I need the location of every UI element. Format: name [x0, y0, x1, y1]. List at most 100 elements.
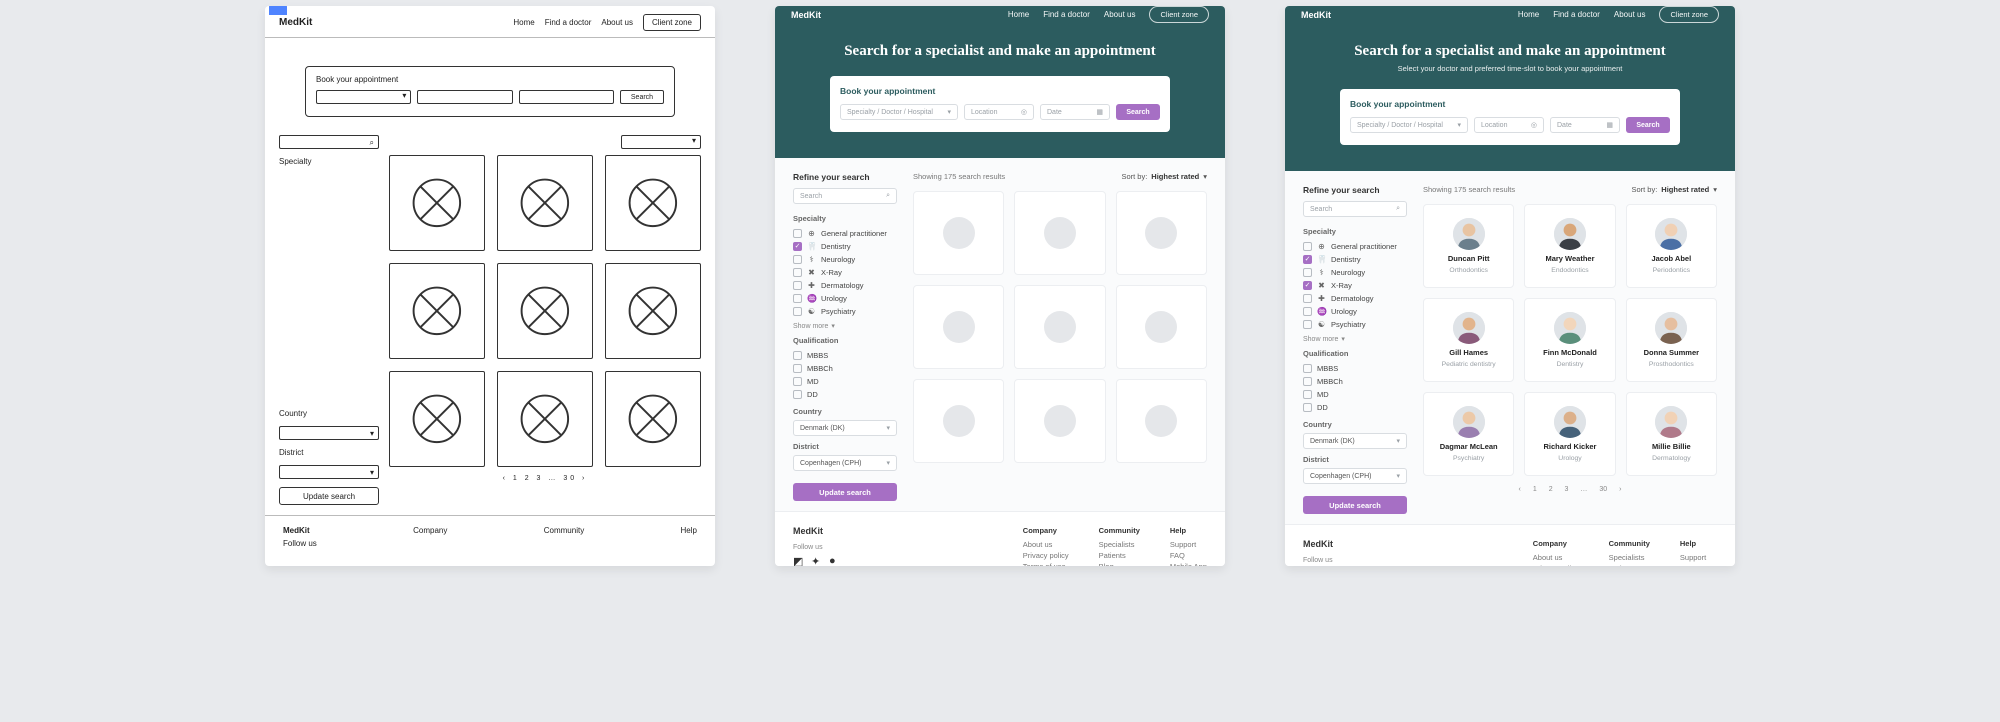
client-zone-button[interactable]: Client zone — [1149, 6, 1209, 23]
specialty-option[interactable]: 🦷Dentistry — [1303, 253, 1407, 266]
location-input[interactable]: Location◎ — [964, 104, 1034, 120]
qualification-option[interactable]: DD — [1303, 401, 1407, 414]
sort-control[interactable]: Sort by: Highest rated ▾ — [1631, 185, 1717, 194]
specialty-option[interactable]: ⚕Neurology — [1303, 266, 1407, 279]
nav-about[interactable]: About us — [1614, 10, 1646, 19]
specialty-option[interactable]: ⊕General practitioner — [793, 227, 897, 240]
result-card[interactable] — [1116, 379, 1207, 463]
sort-select[interactable] — [621, 135, 701, 149]
checkbox[interactable] — [793, 255, 802, 264]
district-select[interactable]: Copenhagen (CPH)▾ — [1303, 468, 1407, 484]
doctor-card[interactable]: Mary WeatherEndodontics — [1524, 204, 1615, 288]
filters-search-input[interactable]: Search⌕ — [1303, 201, 1407, 217]
specialty-input[interactable]: Specialty / Doctor / Hospital▾ — [840, 104, 958, 120]
sort-control[interactable]: Sort by: Highest rated ▾ — [1121, 172, 1207, 181]
nav-find-doctor[interactable]: Find a doctor — [1553, 10, 1600, 19]
update-search-button[interactable]: Update search — [793, 483, 897, 501]
result-placeholder[interactable] — [389, 155, 485, 251]
footer-link[interactable]: Support — [1170, 540, 1207, 549]
specialty-option[interactable]: ♒Urology — [793, 292, 897, 305]
checkbox[interactable] — [793, 307, 802, 316]
footer-link[interactable]: About us — [1533, 553, 1579, 562]
doctor-card[interactable]: Gill HamesPediatric dentistry — [1423, 298, 1514, 382]
district-select[interactable]: ▾ — [279, 465, 379, 479]
footer-link[interactable]: Privacy policy — [1023, 551, 1069, 560]
date-input[interactable]: Date▦ — [1040, 104, 1110, 120]
specialty-option[interactable]: 🦷Dentistry — [793, 240, 897, 253]
checkbox[interactable] — [793, 268, 802, 277]
result-placeholder[interactable] — [497, 371, 593, 467]
qualification-option[interactable]: DD — [793, 388, 897, 401]
checkbox[interactable] — [1303, 390, 1312, 399]
result-card[interactable] — [913, 285, 1004, 369]
doctor-card[interactable]: Jacob AbelPeriodontics — [1626, 204, 1717, 288]
specialty-option[interactable]: ⚕Neurology — [793, 253, 897, 266]
nav-home[interactable]: Home — [513, 18, 534, 27]
dribbble-icon[interactable]: ● — [829, 555, 841, 566]
country-select[interactable]: Denmark (DK)▾ — [1303, 433, 1407, 449]
doctor-card[interactable]: Donna SummerProsthodontics — [1626, 298, 1717, 382]
specialty-option[interactable]: ☯Psychiatry — [793, 305, 897, 318]
search-button[interactable]: Search — [1116, 104, 1160, 120]
qualification-option[interactable]: MBBS — [1303, 362, 1407, 375]
qualification-option[interactable]: MBBS — [793, 349, 897, 362]
checkbox[interactable] — [1303, 320, 1312, 329]
specialty-option[interactable]: ✖X-Ray — [1303, 279, 1407, 292]
result-card[interactable] — [913, 191, 1004, 275]
checkbox[interactable] — [793, 351, 802, 360]
pager-page[interactable]: 2 — [1546, 486, 1556, 493]
pager-prev[interactable]: ‹ — [1516, 486, 1524, 493]
result-card[interactable] — [1116, 285, 1207, 369]
doctor-card[interactable]: Dagmar McLeanPsychiatry — [1423, 392, 1514, 476]
result-placeholder[interactable] — [605, 371, 701, 467]
footer-link[interactable]: FAQ — [1680, 564, 1717, 566]
show-more-link[interactable]: Show more▾ — [1303, 335, 1345, 343]
specialty-option[interactable]: ⊕General practitioner — [1303, 240, 1407, 253]
checkbox[interactable] — [1303, 255, 1312, 264]
nav-find-doctor[interactable]: Find a doctor — [545, 18, 592, 27]
nav-about[interactable]: About us — [1104, 10, 1136, 19]
specialty-option[interactable]: ☯Psychiatry — [1303, 318, 1407, 331]
nav-home[interactable]: Home — [1518, 10, 1539, 19]
show-more-link[interactable]: Show more▾ — [793, 322, 835, 330]
checkbox[interactable] — [1303, 242, 1312, 251]
doctor-card[interactable]: Richard KickerUrology — [1524, 392, 1615, 476]
result-placeholder[interactable] — [605, 263, 701, 359]
country-select[interactable]: Denmark (DK)▾ — [793, 420, 897, 436]
qualification-option[interactable]: MBBCh — [793, 362, 897, 375]
footer-link[interactable]: Privacy policy — [1533, 564, 1579, 566]
footer-link[interactable]: Patients — [1099, 551, 1140, 560]
search-button[interactable]: Search — [620, 90, 664, 104]
checkbox[interactable] — [1303, 268, 1312, 277]
doctor-card[interactable]: Duncan PittOrthodontics — [1423, 204, 1514, 288]
specialty-field[interactable] — [316, 90, 411, 104]
qualification-option[interactable]: MD — [793, 375, 897, 388]
date-input[interactable]: Date▦ — [1550, 117, 1620, 133]
result-card[interactable] — [1014, 379, 1105, 463]
district-select[interactable]: Copenhagen (CPH)▾ — [793, 455, 897, 471]
checkbox[interactable] — [793, 364, 802, 373]
pager-next[interactable]: › — [1616, 486, 1624, 493]
footer-link[interactable]: About us — [1023, 540, 1069, 549]
country-select[interactable]: ▾ — [279, 426, 379, 440]
nav-about[interactable]: About us — [601, 18, 633, 27]
doctor-card[interactable]: Millie BillieDermatology — [1626, 392, 1717, 476]
checkbox[interactable] — [793, 377, 802, 386]
client-zone-button[interactable]: Client zone — [643, 14, 701, 31]
location-field[interactable] — [417, 90, 512, 104]
location-input[interactable]: Location◎ — [1474, 117, 1544, 133]
checkbox[interactable] — [1303, 307, 1312, 316]
footer-link[interactable]: Support — [1680, 553, 1717, 562]
specialty-option[interactable]: ♒Urology — [1303, 305, 1407, 318]
checkbox[interactable] — [1303, 281, 1312, 290]
result-placeholder[interactable] — [389, 371, 485, 467]
twitter-icon[interactable]: ✦ — [811, 555, 823, 566]
specialty-option[interactable]: ✖X-Ray — [793, 266, 897, 279]
result-placeholder[interactable] — [605, 155, 701, 251]
nav-home[interactable]: Home — [1008, 10, 1029, 19]
result-card[interactable] — [1014, 191, 1105, 275]
checkbox[interactable] — [793, 294, 802, 303]
result-placeholder[interactable] — [497, 155, 593, 251]
result-card[interactable] — [1014, 285, 1105, 369]
nav-find-doctor[interactable]: Find a doctor — [1043, 10, 1090, 19]
